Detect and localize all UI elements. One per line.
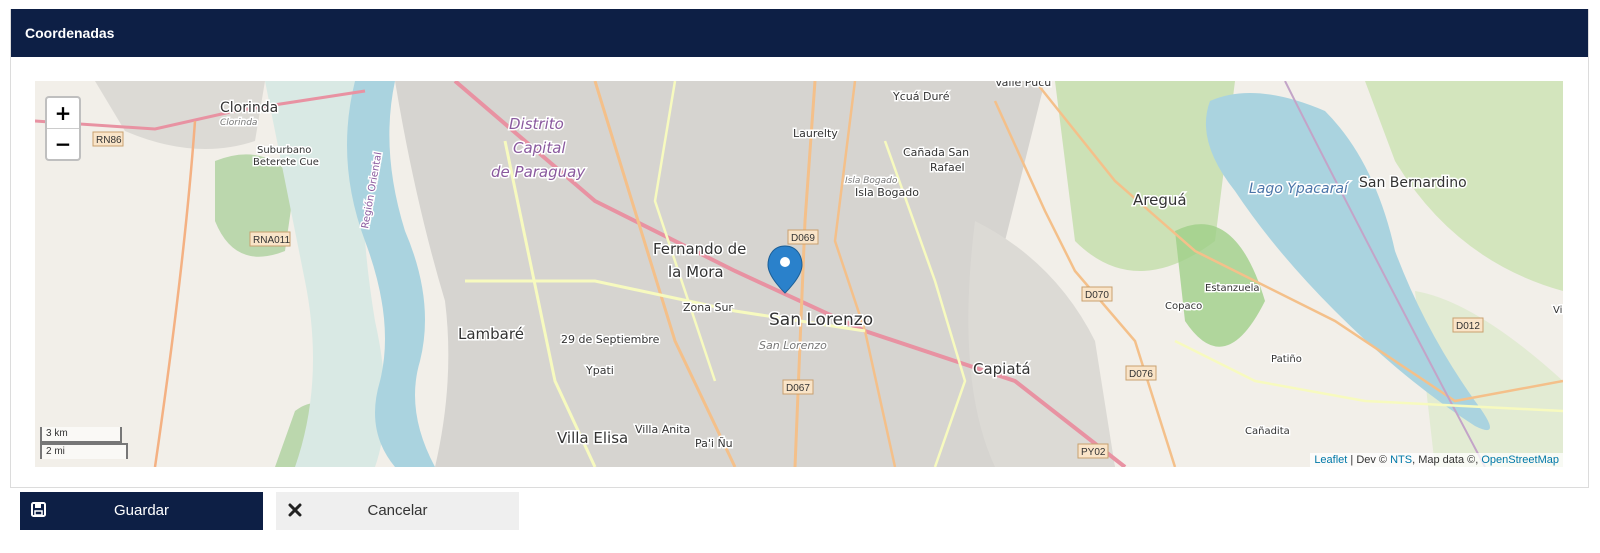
- place-patino: Patiño: [1271, 354, 1302, 365]
- road-label-d070: D070: [1085, 290, 1109, 301]
- map-tiles[interactable]: RN86 RNA011 D069 D070 D076 D067 D012 PY0…: [35, 81, 1563, 467]
- place-copaco: Copaco: [1165, 301, 1202, 312]
- place-isla: Isla Bogado: [855, 186, 919, 199]
- place-pai-nu: Pa'i Ñu: [695, 437, 733, 450]
- place-laurelty: Laurelty: [793, 127, 838, 140]
- leaflet-link[interactable]: Leaflet: [1314, 454, 1347, 466]
- place-beterete: Beterete Cue: [253, 157, 319, 168]
- road-label-rn86: RN86: [96, 135, 122, 146]
- place-canada-2: Rafael: [930, 161, 965, 174]
- place-estanzuela: Estanzuela: [1205, 283, 1260, 294]
- place-isla-small: Isla Bogado: [845, 176, 898, 186]
- place-zona-sur: Zona Sur: [683, 301, 733, 314]
- place-fdm-2: la Mora: [668, 263, 724, 281]
- place-clorinda-small: Clorinda: [220, 118, 257, 128]
- place-distrito-1: Distrito: [509, 115, 564, 133]
- place-ycua: Ycuá Duré: [892, 90, 950, 103]
- cancel-button-label: Cancelar: [367, 502, 428, 519]
- scale-mi: 2 mi: [40, 443, 128, 459]
- place-clorinda: Clorinda: [220, 100, 278, 116]
- place-29-septiembre: 29 de Septiembre: [561, 333, 660, 346]
- coordinates-panel: Coordenadas RN86 RNA011 D069 D070 D076 D…: [10, 9, 1589, 488]
- nts-link[interactable]: NTS: [1390, 454, 1412, 466]
- map-scale: 3 km 2 mi: [40, 427, 128, 459]
- save-button-label: Guardar: [113, 502, 170, 519]
- place-ypati: Ypati: [585, 364, 614, 377]
- place-villa-elisa: Villa Elisa: [557, 429, 628, 447]
- zoom-control: + −: [45, 96, 81, 161]
- place-suburbano: Suburbano: [257, 145, 311, 156]
- place-distrito-3: de Paraguay: [491, 163, 586, 181]
- panel-title: Coordenadas: [11, 9, 1588, 57]
- place-canadita: Cañadita: [1245, 426, 1290, 437]
- place-distrito-2: Capital: [513, 139, 566, 157]
- place-aregua: Areguá: [1133, 191, 1187, 209]
- scale-km: 3 km: [40, 427, 122, 443]
- zoom-out-button[interactable]: −: [47, 129, 79, 159]
- road-label-rna011: RNA011: [253, 235, 290, 246]
- place-villa-anita: Villa Anita: [635, 423, 690, 436]
- attribution-text-2: , Map data ©,: [1412, 454, 1482, 466]
- zoom-in-button[interactable]: +: [47, 98, 79, 129]
- place-san-lorenzo-small: San Lorenzo: [759, 339, 827, 352]
- openstreetmap-link[interactable]: OpenStreetMap: [1481, 454, 1559, 466]
- place-lambare: Lambaré: [458, 325, 524, 343]
- road-label-d076: D076: [1129, 369, 1153, 380]
- place-vi: Vi: [1553, 305, 1562, 316]
- place-valle: Valle Pucú: [995, 81, 1051, 89]
- attribution-text-1: | Dev ©: [1347, 454, 1391, 466]
- road-label-d012: D012: [1456, 321, 1480, 332]
- place-lago: Lago Ypacaraí: [1249, 181, 1350, 197]
- place-san-bernardino: San Bernardino: [1359, 175, 1467, 191]
- place-fdm-1: Fernando de: [653, 240, 746, 258]
- save-button[interactable]: Guardar: [20, 492, 263, 530]
- place-capiata: Capiatá: [973, 360, 1031, 378]
- map-attribution: Leaflet | Dev © NTS, Map data ©, OpenStr…: [1310, 453, 1563, 467]
- road-label-d067: D067: [786, 383, 810, 394]
- map-view[interactable]: RN86 RNA011 D069 D070 D076 D067 D012 PY0…: [35, 81, 1563, 467]
- place-san-lorenzo: San Lorenzo: [769, 310, 873, 330]
- place-canada-1: Cañada San: [903, 146, 969, 159]
- cancel-button[interactable]: Cancelar: [276, 492, 519, 530]
- road-label-py02: PY02: [1081, 447, 1106, 458]
- road-label-d069: D069: [791, 233, 815, 244]
